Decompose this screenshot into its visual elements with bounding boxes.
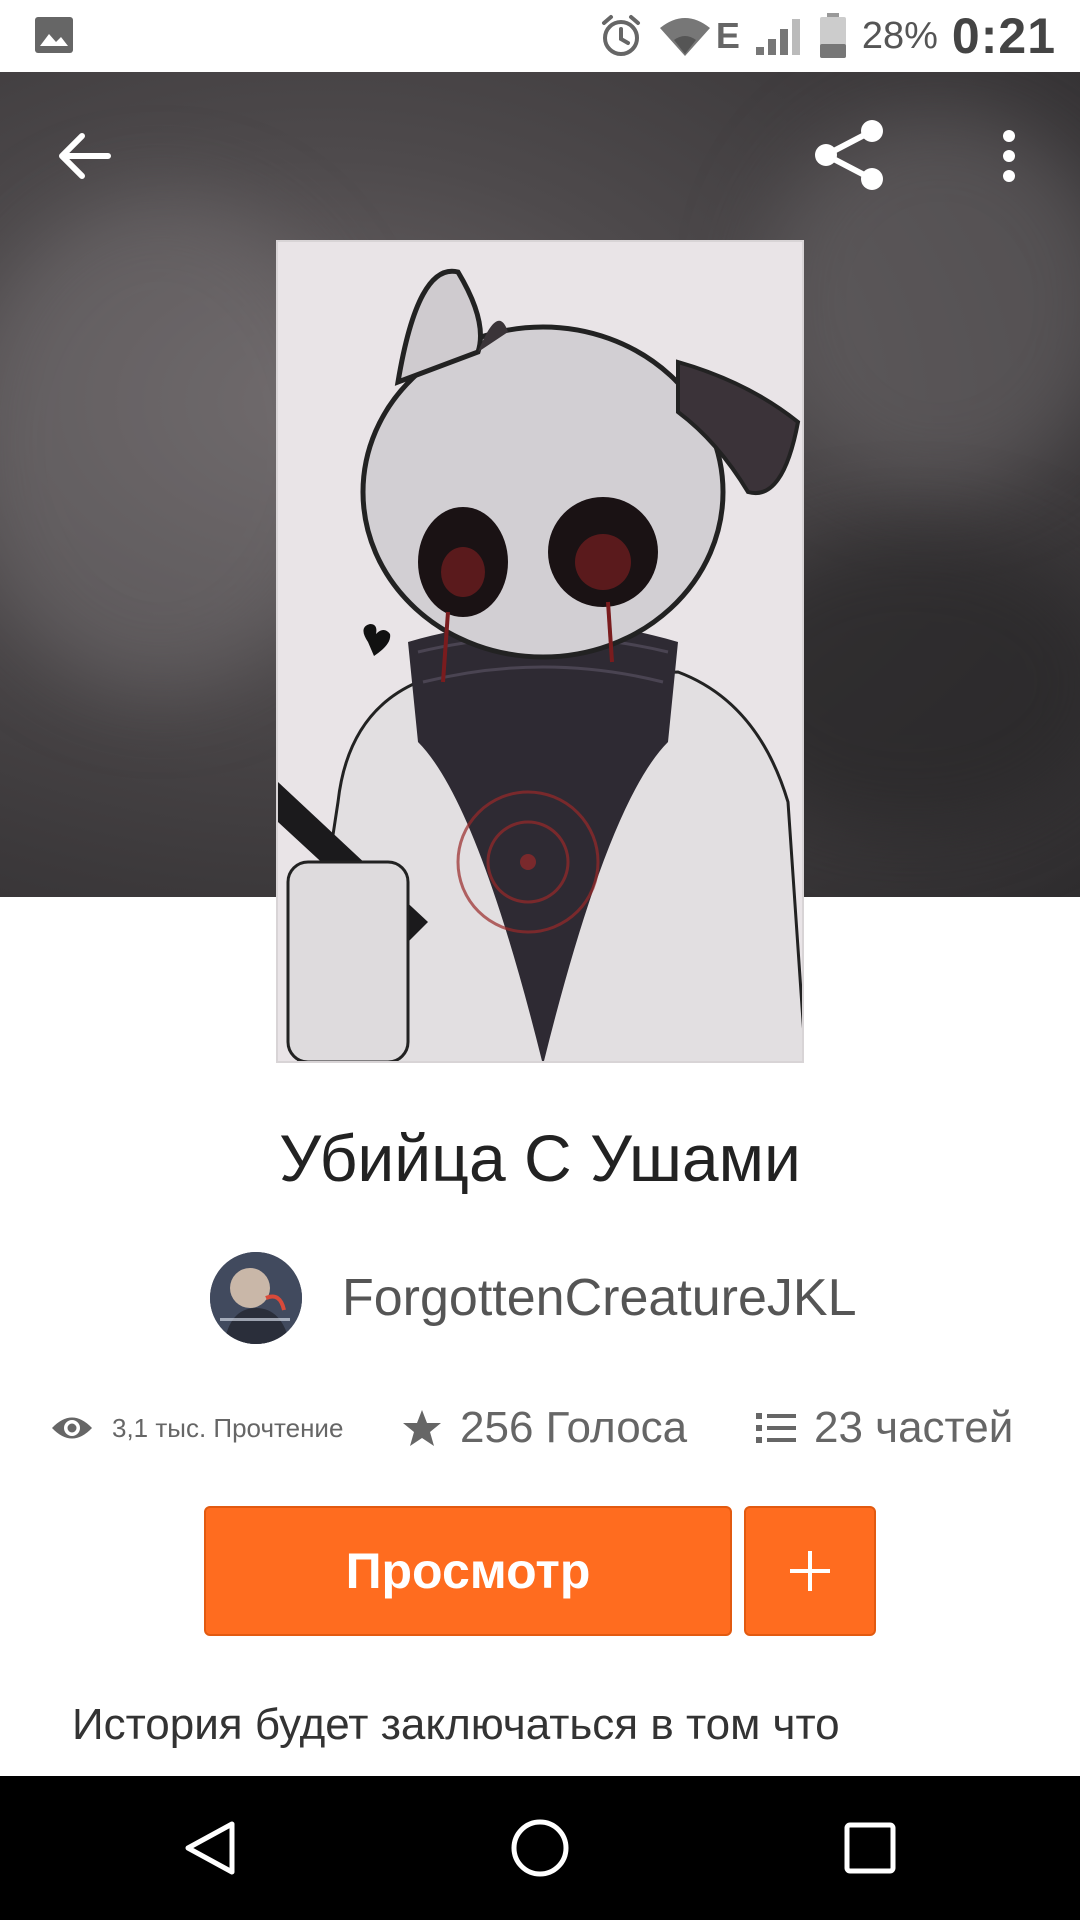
back-button[interactable] xyxy=(48,120,120,192)
read-button[interactable]: Просмотр xyxy=(204,1506,732,1636)
more-vert-icon xyxy=(1003,130,1015,182)
author-link[interactable]: ForgottenCreatureJKL xyxy=(210,1252,857,1344)
eye-icon xyxy=(52,1417,92,1439)
reads-stat: 3,1 тыс. Прочтение xyxy=(50,1398,343,1458)
image-icon xyxy=(34,16,74,54)
status-icons: E 28% 0:21 xyxy=(598,0,1056,72)
nav-back-icon xyxy=(185,1821,235,1875)
story-stats: 3,1 тыс. Прочтение 256 Голоса 23 частей xyxy=(0,1398,1080,1458)
more-options-button[interactable] xyxy=(985,120,1033,192)
parts-count[interactable]: 23 частей xyxy=(814,1403,1013,1453)
battery-percent: 28% xyxy=(861,14,938,57)
share-button[interactable] xyxy=(810,115,890,195)
signal-icon xyxy=(754,15,804,57)
nav-home-icon xyxy=(511,1819,569,1877)
story-description: История будет заключаться в том что xyxy=(72,1700,840,1749)
avatar[interactable] xyxy=(210,1252,302,1344)
back-arrow-icon xyxy=(59,133,111,179)
system-nav-bar xyxy=(0,1776,1080,1920)
star-icon xyxy=(403,1410,441,1446)
share-icon xyxy=(815,120,883,190)
parts-stat[interactable]: 23 частей xyxy=(756,1398,1013,1458)
plus-icon xyxy=(790,1551,830,1591)
votes-stat: 256 Голоса xyxy=(402,1398,687,1458)
list-icon xyxy=(756,1413,796,1443)
votes-count: 256 Голоса xyxy=(460,1403,688,1452)
wifi-icon xyxy=(658,14,712,58)
status-bar: E 28% 0:21 xyxy=(0,0,1080,72)
battery-icon xyxy=(818,12,848,60)
reads-count: 3,1 тыс. Прочтение xyxy=(112,1412,344,1443)
clock: 0:21 xyxy=(951,8,1056,64)
nav-recents-icon xyxy=(844,1822,896,1874)
story-cover-image[interactable] xyxy=(276,240,804,1063)
network-type-label: E xyxy=(715,15,740,56)
author-name[interactable]: ForgottenCreatureJKL xyxy=(342,1268,857,1328)
nav-recents-button[interactable] xyxy=(828,1806,912,1890)
story-title: Убийца С Ушами xyxy=(279,1121,801,1195)
alarm-icon xyxy=(598,13,644,59)
add-to-library-button[interactable] xyxy=(744,1506,876,1636)
nav-back-button[interactable] xyxy=(168,1806,252,1890)
nav-home-button[interactable] xyxy=(498,1806,582,1890)
